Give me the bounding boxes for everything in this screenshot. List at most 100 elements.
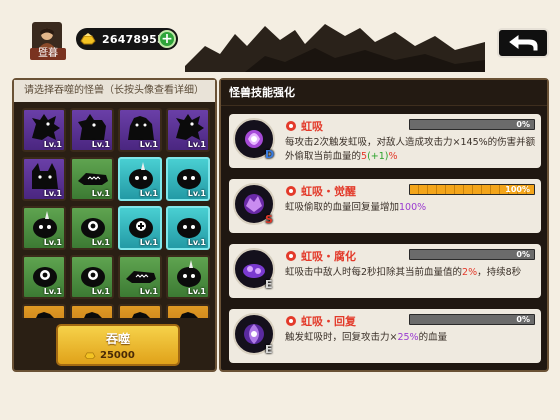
skill-progress-text: 0% [516,315,530,324]
monster-level: Lv.1 [43,189,62,198]
skill-name: 虹吸・腐化 [301,250,356,263]
skill-bullet-icon [286,316,296,326]
skill-bullet-icon [286,186,296,196]
eye-blob-icon [81,218,105,238]
blob-icon [177,169,201,189]
monster-select-header: 请选择吞噬的怪兽（长按头像查看详细） [14,80,215,102]
skill-description-part: 每攻击2次触发虹吸，对敌人造成攻击力×145%的伤害并额外偷取当前血量的 [285,137,536,162]
monster-card[interactable] [166,304,210,318]
monster-level: Lv.1 [43,140,62,149]
monster-card[interactable]: Lv.1 [118,108,162,152]
player-name: 暨暮 [30,48,66,60]
skill-grade: E [265,343,273,356]
skill-description-part: 虹吸偷取的血量回复量增加 [285,202,400,213]
skill-description-part: 2% [462,267,478,278]
monster-card[interactable] [22,304,66,318]
skill-icon: E [233,313,277,359]
skill-progress-bar: 100% [409,184,535,195]
beast-icon [180,312,198,318]
monster-card[interactable]: Lv.1 [22,255,66,299]
siphon-skill-icon [243,264,265,278]
skill-card[interactable]: D 虹吸 0% 每攻击2次触发虹吸，对敌人造成攻击力×145%的伤害并额外偷取当前血量… [229,114,541,168]
wolf-icon [32,163,58,189]
monster-card[interactable]: Lv.1 [70,108,114,152]
croc-icon [126,271,156,283]
croc-icon [78,173,108,185]
monster-card[interactable]: Lv.1 [118,206,162,250]
skill-name: 虹吸 [301,120,323,133]
monster-select-panel: 请选择吞噬的怪兽（长按头像查看详细） Lv.1 Lv.1 Lv.1 Lv.1 Lv.1 L… [12,78,217,372]
monster-card[interactable]: Lv.1 [22,206,66,250]
monster-level: Lv.1 [187,287,206,296]
skill-description-part: 的血量 [418,332,448,343]
devour-cost-value: 25000 [100,349,135,361]
bottom-nav-strip [0,374,560,420]
monster-card[interactable]: Lv.1 [166,108,210,152]
skill-upgrade-header: 怪兽技能强化 [221,80,547,106]
skill-name: 虹吸・回复 [301,315,356,328]
skill-progress-text: 0% [516,120,530,129]
skill-icon: E [233,248,277,294]
skill-grade: D [265,148,275,161]
monster-level: Lv.1 [139,140,158,149]
monster-card[interactable]: Lv.1 [70,206,114,250]
skill-card[interactable]: E 虹吸・回复 0% 触发虹吸时，回复攻击力×25%的血量 [229,309,541,363]
skill-description-part: (+1) [367,151,389,162]
skill-icon: S [233,183,277,229]
gold-value: 26478955 [102,32,165,46]
skill-description: 每攻击2次触发虹吸，对敌人造成攻击力×145%的伤害并额外偷取当前血量的5(+1… [285,136,537,164]
monster-level: Lv.1 [139,238,158,247]
skill-bullet-icon [286,251,296,261]
dragon-icon [32,114,60,140]
skill-description-part: 100% [399,202,427,213]
monster-level: Lv.1 [43,287,62,296]
beast-icon [84,312,102,318]
beast-icon [128,116,154,140]
skill-upgrade-panel: 怪兽技能强化 D 虹吸 0% 每攻击2次触发虹吸，对敌人造成攻击力×145%的伤害并额… [219,78,549,372]
skill-card[interactable]: E 虹吸・腐化 0% 虹吸击中敌人时每2秒扣除其当前血量值的2%，持续8秒 [229,244,541,298]
gold-ingot-icon [80,33,96,45]
devour-button[interactable]: 吞噬 25000 [56,324,180,366]
monster-card[interactable]: Lv.1 [70,157,114,201]
monster-card[interactable]: Lv.1 [118,255,162,299]
skill-description-part: % [388,151,398,162]
horn-blob-icon [33,211,57,238]
monster-grid: Lv.1 Lv.1 Lv.1 Lv.1 Lv.1 Lv.1 Lv.1 Lv.1 Lv.1 Lv.1… [22,108,212,318]
back-button[interactable] [497,28,549,58]
skill-description-part: 触发虹吸时，回复攻击力× [285,332,398,343]
monster-card[interactable]: Lv.1 [118,157,162,201]
skill-icon: D [233,118,277,164]
skill-description-part: ，持续8秒 [477,267,522,278]
skill-card[interactable]: S 虹吸・觉醒 100% 虹吸偷取的血量回复量增加100% [229,179,541,233]
skill-grade: S [265,213,273,226]
monster-card[interactable] [118,304,162,318]
devour-button-label: 吞噬 [105,332,130,346]
monster-card[interactable] [70,304,114,318]
monster-card[interactable]: Lv.1 [166,255,210,299]
cross-blob-icon [129,218,153,238]
skill-progress-text: 100% [505,185,530,194]
blob-icon [177,218,201,238]
siphon-skill-icon [244,194,264,214]
horn-blob-icon [177,260,201,287]
monster-card[interactable]: Lv.1 [22,157,66,201]
gold-ingot-icon [84,352,96,359]
skill-name: 虹吸・觉醒 [301,185,356,198]
monster-card[interactable]: Lv.1 [166,157,210,201]
monster-level: Lv.1 [187,189,206,198]
monster-card[interactable]: Lv.1 [22,108,66,152]
eye-blob-icon [81,267,105,287]
monster-card[interactable]: Lv.1 [70,255,114,299]
add-gold-button[interactable]: + [158,30,176,48]
monster-level: Lv.1 [187,140,206,149]
monster-level: Lv.1 [139,189,158,198]
monster-level: Lv.1 [187,238,206,247]
return-arrow-icon [509,35,538,51]
monster-silhouettes-decoration [185,24,485,72]
skill-name-row: 虹吸・觉醒 [285,183,356,199]
beast-icon [36,312,54,318]
monster-card[interactable]: Lv.1 [166,206,210,250]
skill-description-part: 虹吸击中敌人时每2秒扣除其当前血量值的 [285,267,463,278]
skill-description: 虹吸偷取的血量回复量增加100% [285,201,537,215]
skill-name-row: 虹吸・回复 [285,313,356,329]
